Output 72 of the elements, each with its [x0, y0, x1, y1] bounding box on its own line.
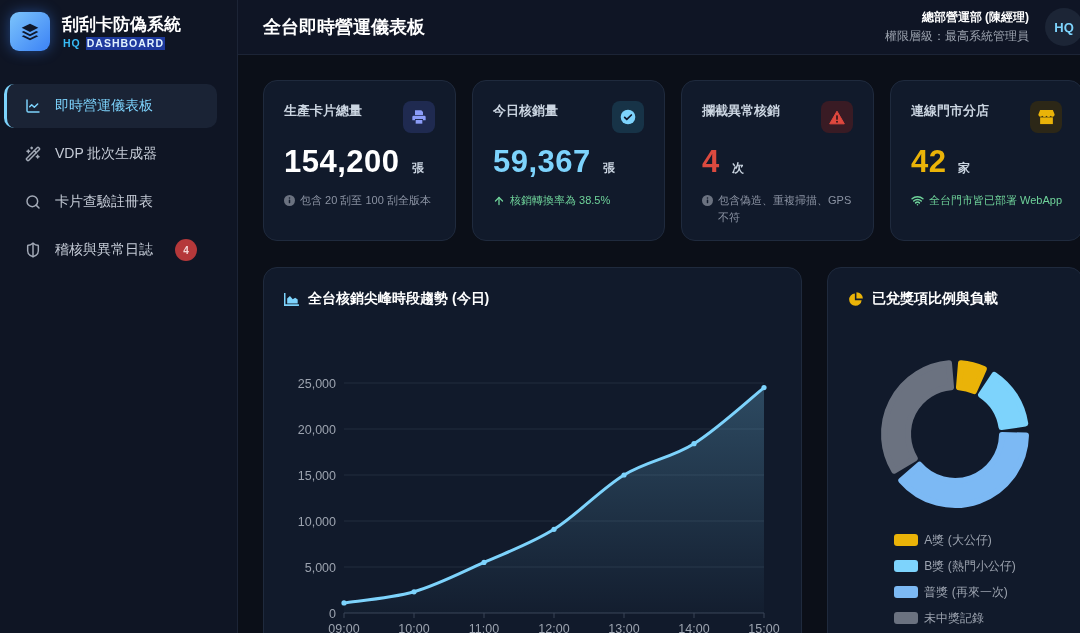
data-point: [341, 600, 347, 606]
user-avatar[interactable]: HQ: [1045, 8, 1080, 46]
page-title: 全台即時營運儀表板: [263, 16, 425, 39]
axis-label: 10:00: [398, 622, 430, 633]
store-icon: [1030, 101, 1062, 133]
info-icon: [702, 195, 713, 206]
stat-value: 59,367: [493, 146, 591, 178]
axis-label: 13:00: [608, 622, 640, 633]
chart-title: 全台核銷尖峰時段趨勢 (今日): [308, 290, 490, 308]
axis-label: 15:00: [748, 622, 780, 633]
stat-unit: 張: [602, 160, 615, 177]
nav-item[interactable]: 稽核與異常日誌 4: [4, 228, 217, 272]
stat-label: 生產卡片總量: [284, 103, 362, 120]
app-subtitle: HQ: [62, 36, 82, 50]
axis-label: 15,000: [297, 468, 336, 483]
axis-label: 12:00: [538, 622, 570, 633]
app-title: 刮刮卡防偽系統: [62, 13, 181, 34]
axis-label: 0: [329, 606, 336, 621]
stat-label: 連線門市分店: [911, 103, 989, 120]
data-point: [691, 441, 697, 447]
app-subtitle: DASHBOARD: [85, 36, 165, 50]
pie-chart-icon: [848, 291, 863, 307]
legend-label: A獎 (大公仔): [924, 532, 992, 548]
legend-label: 未中獎記錄: [924, 610, 985, 626]
count-badge: 4: [175, 239, 197, 261]
data-point: [411, 589, 417, 595]
legend-label: B獎 (熱門小公仔): [924, 558, 1016, 574]
data-point: [761, 385, 767, 391]
stat-label: 攔截異常核銷: [702, 103, 780, 120]
data-point: [621, 472, 627, 478]
nav-item[interactable]: VDP 批次生成器: [4, 132, 217, 176]
user-role: 權限層級：最高系統管理員: [885, 28, 1029, 45]
nav-item[interactable]: 卡片查驗註冊表: [4, 180, 217, 224]
axis-label: 25,000: [297, 376, 336, 391]
data-point: [481, 559, 487, 565]
axis-label: 20,000: [297, 422, 336, 437]
axis-label: 5,000: [304, 560, 336, 575]
stat-note: 包含偽造、重複掃描、GPS 不符: [718, 193, 853, 225]
stat-note: 核銷轉換率為 38.5%: [510, 193, 611, 208]
layers-icon: [10, 12, 50, 51]
chart-line-icon: [25, 98, 41, 114]
chart-title: 已兌獎項比例與負載: [872, 290, 998, 308]
axis-label: 10,000: [297, 514, 336, 529]
stat-label: 今日核銷量: [493, 103, 558, 120]
nav-label: 即時營運儀表板: [55, 97, 153, 115]
stat-note: 全台門市皆已部署 WebApp: [929, 193, 1063, 208]
info-icon: [284, 195, 295, 206]
nav-label: 稽核與異常日誌: [55, 241, 153, 259]
magic-wand-icon: [25, 146, 41, 162]
nav-label: VDP 批次生成器: [55, 145, 158, 163]
nav-item[interactable]: 即時營運儀表板: [4, 84, 217, 128]
stat-unit: 張: [411, 160, 424, 177]
stat-unit: 家: [958, 160, 971, 177]
area-chart-icon: [284, 292, 299, 306]
stat-value: 4: [702, 146, 720, 178]
axis-label: 11:00: [468, 622, 500, 633]
warning-icon: [821, 101, 853, 133]
stat-value: 42: [911, 146, 947, 178]
stat-note: 包含 20 刮至 100 刮全版本: [300, 193, 431, 208]
data-point: [551, 526, 557, 532]
axis-label: 09:00: [328, 622, 360, 633]
stat-unit: 次: [731, 160, 744, 177]
axis-label: 14:00: [678, 622, 710, 633]
printer-icon: [403, 101, 435, 133]
search-icon: [25, 194, 41, 210]
legend-label: 普獎 (再來一次): [924, 584, 1008, 600]
wifi-icon: [911, 194, 924, 207]
shield-icon: [25, 242, 41, 258]
user-name: 總部營運部 (陳經理): [921, 9, 1029, 26]
arrow-up-icon: [493, 194, 505, 207]
nav-label: 卡片查驗註冊表: [55, 193, 153, 211]
stat-value: 154,200: [284, 146, 400, 178]
